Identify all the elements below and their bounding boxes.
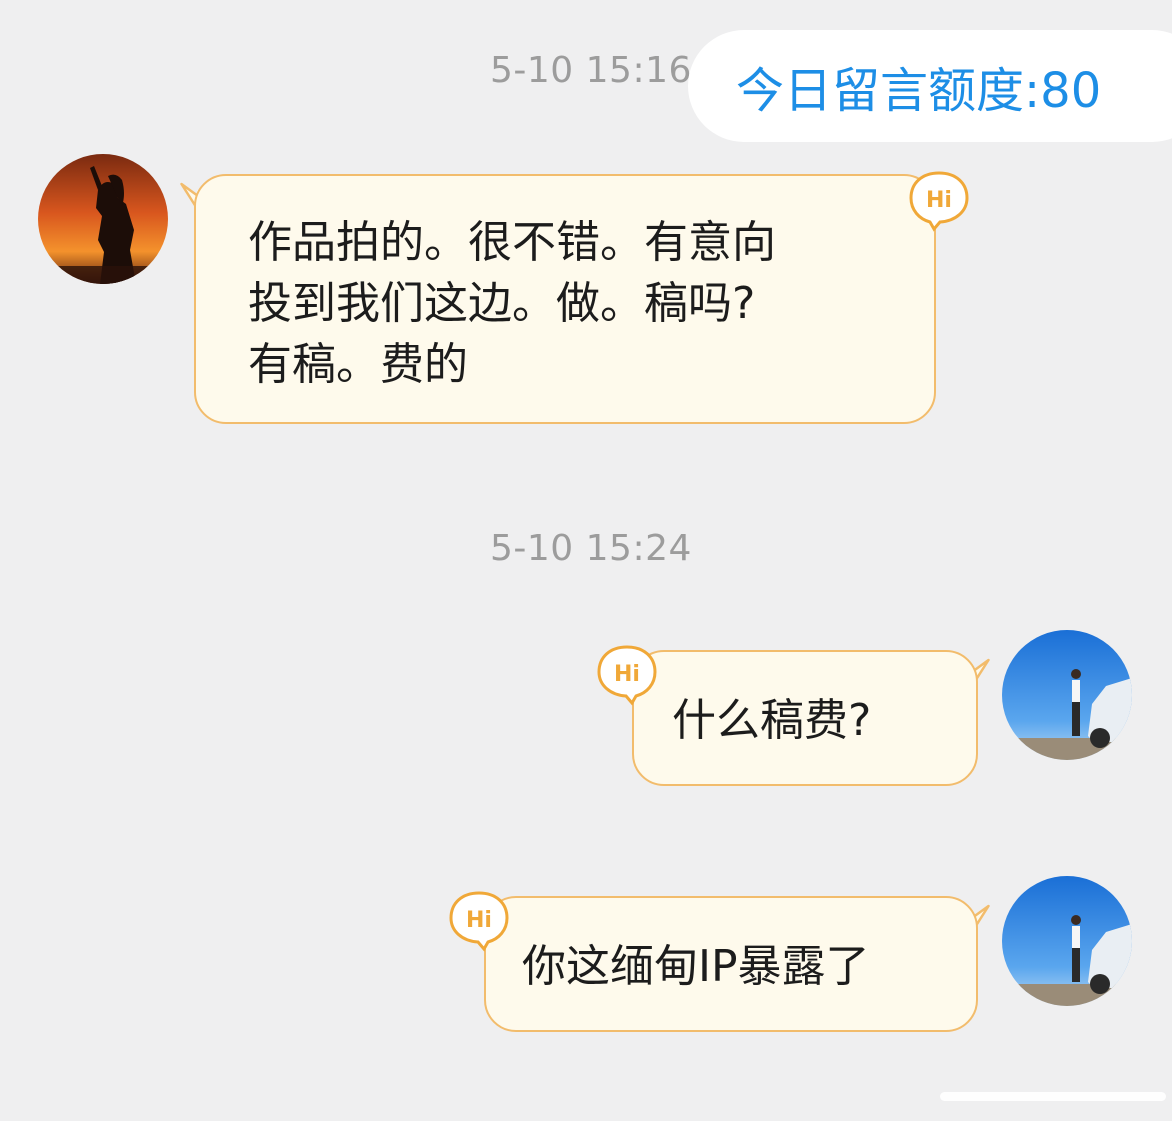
user-avatar[interactable]	[1002, 876, 1132, 1006]
message-bubble[interactable]: 作品拍的。很不错。有意向 投到我们这边。做。稿吗? 有稿。费的	[194, 174, 936, 424]
message-text: 什么稿费?	[672, 695, 872, 746]
hi-badge-icon: Hi	[448, 890, 510, 952]
message-text: 作品拍的。很不错。有意向 投到我们这边。做。稿吗? 有稿。费的	[248, 217, 776, 390]
message-timestamp: 5-10 15:24	[490, 528, 692, 569]
hi-badge-label: Hi	[926, 188, 952, 213]
message-bubble[interactable]: 什么稿费?	[632, 650, 978, 786]
message-timestamp: 5-10 15:16	[490, 50, 692, 91]
message-quota-badge: 今日留言额度:80	[688, 30, 1172, 142]
message-text: 你这缅甸IP暴露了	[522, 941, 870, 992]
message-quota-label: 今日留言额度:80	[736, 63, 1102, 119]
hi-badge-label: Hi	[614, 662, 640, 687]
hi-badge-label: Hi	[466, 908, 492, 933]
hi-badge-icon: Hi	[908, 170, 970, 232]
user-avatar[interactable]	[1002, 630, 1132, 760]
message-bubble[interactable]: 你这缅甸IP暴露了	[484, 896, 978, 1032]
sender-avatar[interactable]	[38, 154, 168, 284]
hi-badge-icon: Hi	[596, 644, 658, 706]
home-indicator[interactable]	[940, 1092, 1166, 1101]
